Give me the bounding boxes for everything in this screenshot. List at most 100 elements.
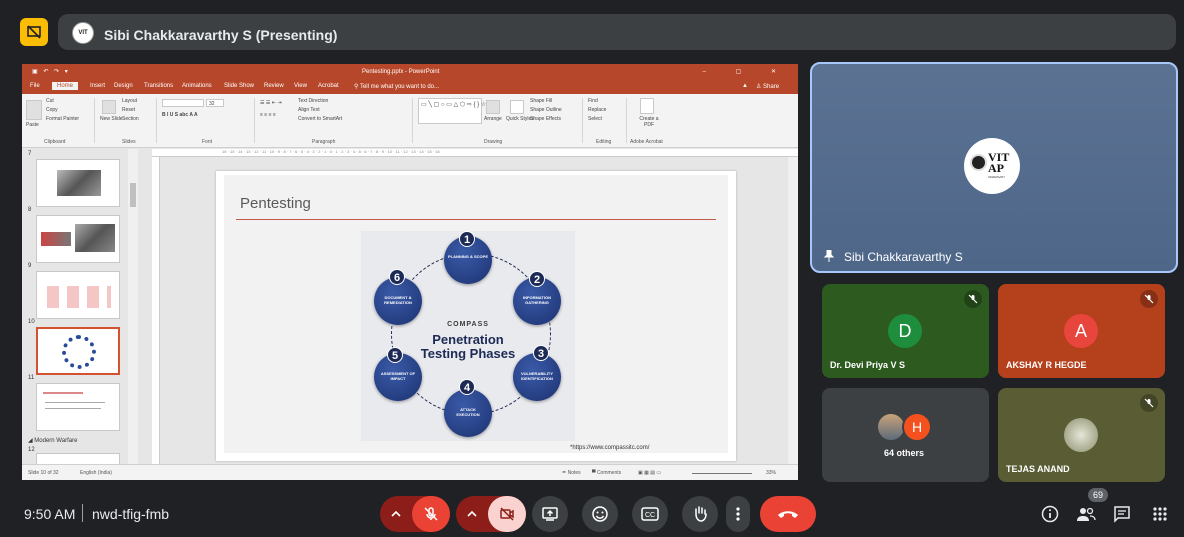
phase-label-2: INFORMATION GATHERING	[523, 295, 551, 305]
replace-button[interactable]: Replace	[588, 107, 606, 113]
scroll-thumb[interactable]	[130, 183, 136, 207]
align-buttons[interactable]: ≡ ≡ ≡ ≡	[260, 112, 276, 118]
meeting-code[interactable]: nwd-tfig-fmb	[92, 506, 169, 522]
section-button[interactable]: Section	[122, 116, 139, 122]
activities-button[interactable]	[1150, 504, 1170, 524]
chat-icon	[1114, 506, 1130, 523]
thumb-line	[45, 402, 105, 403]
convert-smartart-button[interactable]: Convert to SmartArt	[298, 116, 342, 122]
hand-icon	[695, 506, 707, 522]
slide-thumbnail-10[interactable]	[36, 327, 120, 375]
thumb-number: 11	[28, 375, 35, 381]
diagram-title-line1: Penetration	[432, 332, 504, 347]
shape-fill-button[interactable]: Shape Fill	[530, 98, 552, 104]
pentest-phases-diagram[interactable]: PLANNING & SCOPE 1 INFORMATION GATHERING…	[361, 231, 575, 441]
captions-button[interactable]: CC	[632, 496, 668, 532]
thumb-image	[47, 286, 111, 308]
tile-devi-priya[interactable]: D Dr. Devi Priya V S	[822, 284, 989, 378]
create-pdf-icon[interactable]	[640, 98, 654, 114]
mic-off-button[interactable]	[412, 496, 450, 532]
font-format-buttons[interactable]: B I U S abc A A	[162, 112, 198, 118]
group-adobe-acrobat: Adobe Acrobat	[630, 139, 663, 145]
slide-thumbnail-11[interactable]	[36, 383, 120, 431]
share-button[interactable]: ♙ Share	[756, 83, 779, 90]
zoom-slider[interactable]	[692, 473, 752, 474]
slide-thumbnail-8[interactable]	[36, 215, 120, 263]
paste-icon[interactable]	[26, 100, 42, 120]
leave-call-button[interactable]	[760, 496, 816, 532]
text-direction-button[interactable]: Text Direction	[298, 98, 328, 104]
slide-source-url: *https://www.compassitc.com/	[570, 445, 650, 451]
tab-review[interactable]: Review	[264, 83, 284, 89]
present-screen-button[interactable]	[532, 496, 568, 532]
thumb-number: 7	[28, 151, 32, 157]
meeting-info-button[interactable]	[1040, 504, 1060, 524]
participant-count-badge: 69	[1088, 488, 1108, 502]
tile-presenter[interactable]: VIT AP AMARAVATI Sibi Chakkaravarthy S	[810, 62, 1178, 273]
presentation-icon[interactable]	[20, 18, 48, 46]
quick-access-toolbar: ▣ ↶ ↷ ▾	[32, 69, 70, 75]
cut-button[interactable]: Cut	[46, 98, 54, 104]
notes-button[interactable]: ≐ Notes	[562, 470, 581, 476]
meet-window: VIT Sibi Chakkaravarthy S (Presenting) ▣…	[0, 0, 1184, 537]
people-button[interactable]	[1076, 504, 1096, 524]
quick-styles-icon[interactable]	[510, 100, 524, 114]
reset-button[interactable]: Reset	[122, 107, 135, 113]
avatar-a: A	[1064, 314, 1098, 348]
thumbnail-scrollbar[interactable]	[128, 149, 138, 464]
shapes-gallery[interactable]: ▭ ╲ ▢ ○ ▭ △ ⬡ ⇨ { } ☆	[418, 98, 486, 124]
current-slide[interactable]: Pentesting PLANNING & SCOPE 1 INFORMATIO…	[216, 171, 736, 461]
tab-transitions[interactable]: Transitions	[144, 83, 173, 89]
font-size-dropdown[interactable]: 32	[206, 99, 224, 107]
copy-button[interactable]: Copy	[46, 107, 58, 113]
tile-akshay[interactable]: A AKSHAY R HEGDE	[998, 284, 1165, 378]
zoom-level[interactable]: 33%	[766, 470, 776, 476]
tab-insert[interactable]: Insert	[90, 83, 105, 89]
shape-outline-button[interactable]: Shape Outline	[530, 107, 562, 113]
tab-file[interactable]: File	[30, 83, 40, 89]
thumb-number: 12	[28, 447, 35, 453]
tell-me-text: Tell me what you want to do...	[359, 84, 439, 90]
tab-slideshow[interactable]: Slide Show	[224, 83, 254, 89]
layout-button[interactable]: Layout	[122, 98, 137, 104]
comments-button[interactable]: ▀ Comments	[592, 470, 621, 476]
tab-design[interactable]: Design	[114, 83, 133, 89]
logo-text: VIT AP	[988, 150, 1010, 175]
camera-options-chevron-icon[interactable]	[456, 496, 488, 532]
compass-brand: COMPASS	[447, 321, 489, 328]
slide-thumbnail-9[interactable]	[36, 271, 120, 319]
new-slide-icon[interactable]	[102, 100, 116, 114]
pin-icon[interactable]	[823, 249, 835, 265]
more-options-button[interactable]	[726, 496, 750, 532]
tab-animations[interactable]: Animations	[182, 83, 212, 89]
view-buttons[interactable]: ▣ ▦ ▤ ▭	[638, 470, 661, 476]
arrange-icon[interactable]	[486, 100, 500, 114]
language-indicator[interactable]: English (India)	[80, 470, 112, 476]
mic-options-chevron-icon[interactable]	[380, 496, 412, 532]
participant-name: TEJAS ANAND	[1006, 464, 1070, 474]
find-button[interactable]: Find	[588, 98, 598, 104]
section-modern-warfare[interactable]: ◢ Modern Warfare	[28, 437, 77, 444]
tell-me-box[interactable]: ⚲ Tell me what you want to do...	[354, 83, 439, 90]
shape-effects-button[interactable]: Shape Effects	[530, 116, 561, 122]
chat-button[interactable]	[1112, 504, 1132, 524]
slide-title[interactable]: Pentesting	[240, 195, 311, 212]
format-painter-button[interactable]: Format Painter	[46, 116, 79, 122]
thumb-number: 10	[28, 319, 35, 325]
slide-scrollbar[interactable]	[788, 157, 798, 464]
tile-others[interactable]: H 64 others	[822, 388, 989, 482]
tile-tejas[interactable]: TEJAS ANAND	[998, 388, 1165, 482]
tab-view[interactable]: View	[294, 83, 307, 89]
tab-home[interactable]: Home	[52, 82, 79, 90]
font-name-dropdown[interactable]	[162, 99, 204, 107]
camera-off-button[interactable]	[488, 496, 526, 532]
raise-hand-button[interactable]	[682, 496, 718, 532]
select-button[interactable]: Select	[588, 116, 602, 122]
emoji-reaction-button[interactable]	[582, 496, 618, 532]
list-buttons[interactable]: ☰ ☰ ⇤ ⇥	[260, 100, 282, 106]
slide-thumbnail-7[interactable]	[36, 159, 120, 207]
thumb-number: 8	[28, 207, 32, 213]
tab-acrobat[interactable]: Acrobat	[318, 83, 339, 89]
ribbon-separator	[254, 98, 255, 143]
align-text-button[interactable]: Align Text	[298, 107, 320, 113]
